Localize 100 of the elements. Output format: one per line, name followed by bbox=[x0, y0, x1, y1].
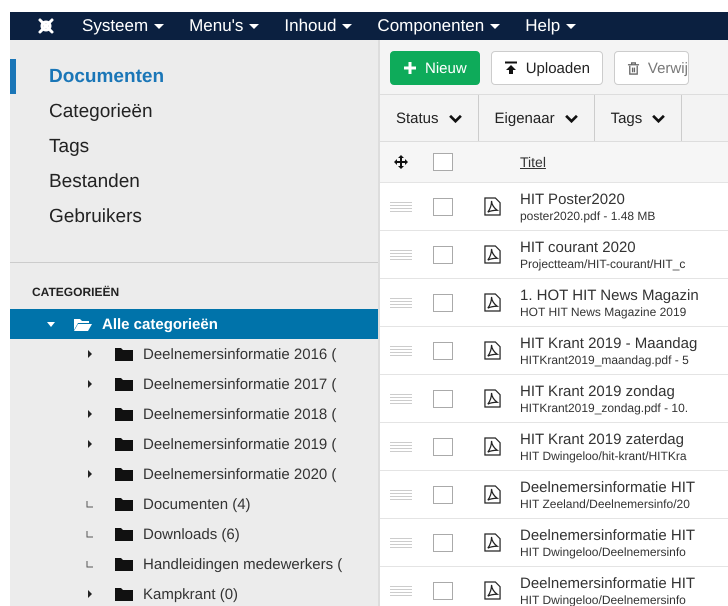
tree-label: Deelnemersinformatie 2019 ( bbox=[143, 436, 336, 452]
drag-handle-icon[interactable] bbox=[390, 248, 412, 260]
pdf-icon bbox=[484, 293, 500, 312]
folder-icon bbox=[115, 587, 133, 601]
document-title[interactable]: HIT Krant 2019 zaterdag bbox=[520, 430, 686, 448]
row-checkbox[interactable] bbox=[433, 582, 453, 600]
select-all-checkbox[interactable] bbox=[433, 153, 453, 171]
caret-icon[interactable] bbox=[85, 589, 95, 599]
move-icon[interactable] bbox=[393, 154, 409, 170]
file-path: HITKrant2019_maandag.pdf - 5 bbox=[520, 352, 690, 366]
tree-item[interactable]: Deelnemersinformatie 2020 ( bbox=[10, 459, 378, 489]
tree-branch-icon bbox=[85, 529, 95, 539]
caret-icon[interactable] bbox=[85, 409, 95, 419]
file-path: poster2020.pdf - 1.48 MB bbox=[520, 208, 656, 222]
drag-handle-icon[interactable] bbox=[390, 584, 412, 596]
row-checkbox[interactable] bbox=[433, 486, 453, 504]
pdf-icon bbox=[484, 437, 500, 456]
row-checkbox[interactable] bbox=[433, 438, 453, 456]
toolbar-button[interactable]: Uploaden bbox=[490, 51, 603, 85]
row-checkbox[interactable] bbox=[433, 246, 453, 264]
menu-item[interactable]: Systeem bbox=[82, 16, 164, 36]
row-checkbox[interactable] bbox=[433, 534, 453, 552]
drag-handle-icon[interactable] bbox=[390, 296, 412, 308]
trash-icon bbox=[626, 62, 640, 74]
tree-item[interactable]: Kampkrant (0) bbox=[10, 579, 378, 606]
tree-item[interactable]: Deelnemersinformatie 2016 ( bbox=[10, 339, 378, 369]
folder-icon bbox=[115, 527, 133, 541]
caret-icon[interactable] bbox=[85, 439, 95, 449]
chevron-down-icon bbox=[652, 114, 666, 122]
file-path: Projectteam/HIT-courant/HIT_c bbox=[520, 256, 686, 270]
pdf-icon bbox=[484, 581, 500, 600]
document-title[interactable]: HIT courant 2020 bbox=[520, 238, 686, 256]
folder-icon bbox=[115, 407, 133, 421]
document-title[interactable]: Deelnemersinformatie HIT bbox=[520, 478, 696, 496]
drag-handle-icon[interactable] bbox=[390, 440, 412, 452]
filter-dropdown[interactable]: Tags bbox=[594, 95, 682, 141]
pdf-icon bbox=[484, 245, 500, 264]
caret-icon[interactable] bbox=[85, 349, 95, 359]
sidebar-item[interactable]: Tags bbox=[10, 129, 378, 164]
tree-item[interactable]: Deelnemersinformatie 2017 ( bbox=[10, 369, 378, 399]
menu-item[interactable]: Componenten bbox=[377, 16, 500, 36]
file-path: HIT Dwingeloo/Deelnemersinfo bbox=[520, 592, 687, 606]
tree-label: Deelnemersinformatie 2017 ( bbox=[143, 376, 336, 392]
tree-label: Alle categorieën bbox=[102, 316, 218, 332]
folder-icon bbox=[115, 467, 133, 481]
tree-item[interactable]: Deelnemersinformatie 2018 ( bbox=[10, 399, 378, 429]
file-path: HITKrant2019_zondag.pdf - 10. bbox=[520, 400, 688, 414]
document-title[interactable]: 1. HOT HIT News Magazin bbox=[520, 286, 699, 304]
menu-item[interactable]: Inhoud bbox=[284, 16, 352, 36]
drag-handle-icon[interactable] bbox=[390, 392, 412, 404]
file-path: HIT Dwingeloo/hit-krant/HITKra bbox=[520, 448, 686, 462]
tree-item[interactable]: Deelnemersinformatie 2019 ( bbox=[10, 429, 378, 459]
sidebar-item[interactable]: Categorieën bbox=[10, 94, 378, 129]
folder-icon bbox=[115, 377, 133, 391]
document-title[interactable]: Deelnemersinformatie HIT bbox=[520, 526, 696, 544]
row-checkbox[interactable] bbox=[433, 294, 453, 312]
document-title[interactable]: HIT Poster2020 bbox=[520, 190, 656, 208]
pdf-icon bbox=[484, 389, 500, 408]
tree-label: Downloads (6) bbox=[143, 526, 240, 542]
tree-label: Kampkrant (0) bbox=[143, 586, 238, 602]
filter-dropdown[interactable]: Status bbox=[380, 95, 479, 141]
folder-icon bbox=[74, 317, 92, 331]
sidebar-item[interactable]: Bestanden bbox=[10, 164, 378, 199]
tree-item[interactable]: Downloads (6) bbox=[10, 519, 378, 549]
tree-item[interactable]: Handleidingen medewerkers ( bbox=[10, 549, 378, 579]
menu-item[interactable]: Help bbox=[525, 16, 576, 36]
row-checkbox[interactable] bbox=[433, 390, 453, 408]
row-checkbox[interactable] bbox=[433, 342, 453, 360]
folder-icon bbox=[115, 497, 133, 511]
filter-dropdown[interactable]: Eigenaar bbox=[478, 95, 595, 141]
upload-icon bbox=[504, 61, 518, 75]
pdf-icon bbox=[484, 341, 500, 360]
menu-item[interactable]: Menu's bbox=[189, 16, 260, 36]
document-title[interactable]: Deelnemersinformatie HIT bbox=[520, 574, 696, 592]
tree-label: Deelnemersinformatie 2020 ( bbox=[143, 466, 336, 482]
file-path: HIT Dwingeloo/Deelnemersinfo bbox=[520, 544, 687, 558]
row-checkbox[interactable] bbox=[433, 198, 453, 216]
caret-icon[interactable] bbox=[85, 379, 95, 389]
drag-handle-icon[interactable] bbox=[390, 200, 412, 212]
column-header[interactable]: Titel bbox=[520, 154, 546, 170]
tree-item[interactable]: Alle categorieën bbox=[10, 309, 378, 339]
pdf-icon bbox=[484, 533, 500, 552]
logo-icon[interactable] bbox=[36, 16, 56, 36]
tree-branch-icon bbox=[85, 499, 95, 509]
drag-handle-icon[interactable] bbox=[390, 344, 412, 356]
drag-handle-icon[interactable] bbox=[390, 536, 412, 548]
tree-label: Handleidingen medewerkers ( bbox=[143, 556, 342, 572]
caret-icon[interactable] bbox=[85, 469, 95, 479]
document-title[interactable]: HIT Krant 2019 - Maandag bbox=[520, 334, 698, 352]
tree-item[interactable]: Documenten (4) bbox=[10, 489, 378, 519]
folder-icon bbox=[115, 557, 133, 571]
toolbar-button[interactable]: Verwij bbox=[614, 51, 689, 85]
tree-branch-icon bbox=[85, 559, 95, 569]
sidebar-item[interactable]: Gebruikers bbox=[10, 199, 378, 234]
file-path: HOT HIT News Magazine 2019 bbox=[520, 304, 688, 318]
tree-label: Deelnemersinformatie 2016 ( bbox=[143, 346, 336, 362]
document-title[interactable]: HIT Krant 2019 zondag bbox=[520, 382, 688, 400]
drag-handle-icon[interactable] bbox=[390, 488, 412, 500]
file-path: HIT Zeeland/Deelnemersinfo/20 bbox=[520, 496, 691, 510]
pdf-icon bbox=[484, 197, 500, 216]
